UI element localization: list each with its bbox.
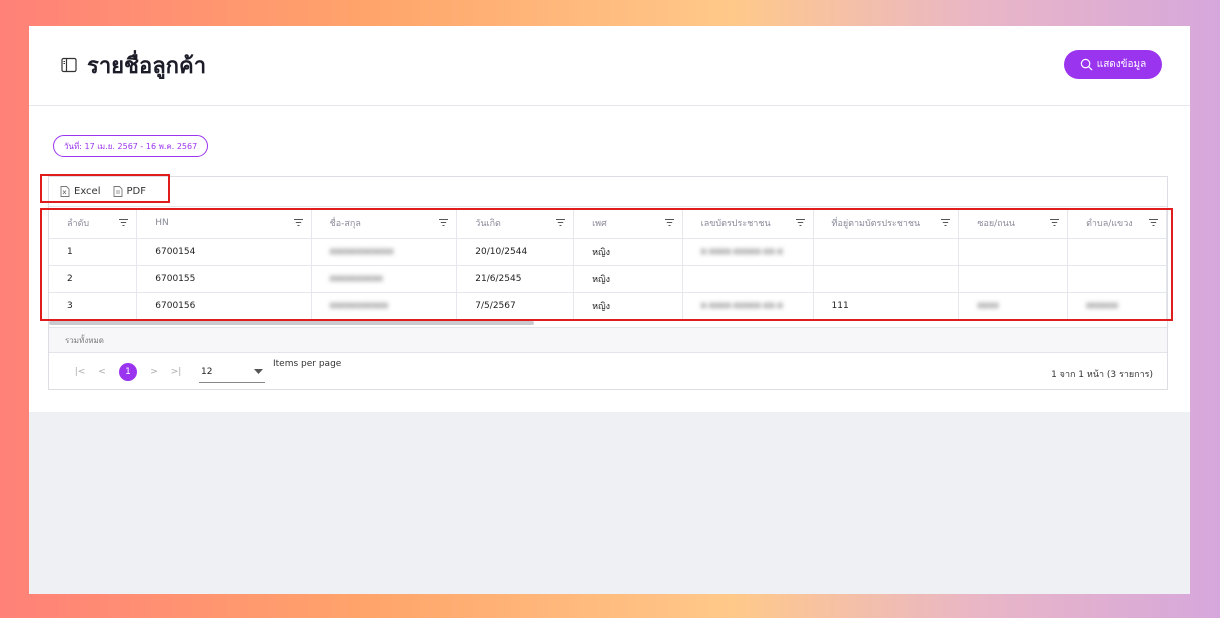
- page-header: รายชื่อลูกค้า แสดงข้อมูล: [29, 26, 1190, 106]
- highlight-box-table: [40, 208, 1173, 321]
- page-info: 1 จาก 1 หน้า (3 รายการ): [1051, 370, 1153, 380]
- page-title: รายชื่อลูกค้า: [87, 54, 207, 79]
- pagination: |< < 1 > >| 12 Items per page 1 จาก 1 หน…: [49, 355, 1167, 389]
- show-data-button[interactable]: แสดงข้อมูล: [1064, 50, 1162, 79]
- last-page-icon[interactable]: >|: [165, 367, 187, 377]
- total-row: รวมทั้งหมด: [49, 327, 1167, 353]
- first-page-icon[interactable]: |<: [69, 367, 91, 377]
- dropdown-arrow-icon: [254, 368, 263, 374]
- empty-area: [29, 412, 1190, 594]
- search-icon: [1080, 58, 1093, 71]
- show-data-label: แสดงข้อมูล: [1096, 59, 1147, 70]
- export-toolbar: Excel PDF: [49, 177, 1167, 207]
- page-number-current[interactable]: 1: [119, 363, 137, 381]
- next-page-icon[interactable]: >: [143, 367, 165, 377]
- panel-icon: [61, 57, 77, 73]
- page-size-select[interactable]: 12: [199, 361, 265, 383]
- date-range-chip[interactable]: วันที่: 17 เม.ย. 2567 - 16 พ.ค. 2567: [53, 135, 209, 157]
- page-size-value: 12: [201, 366, 213, 377]
- total-label: รวมทั้งหมด: [65, 335, 104, 345]
- prev-page-icon[interactable]: <: [91, 367, 113, 377]
- horizontal-scrollbar[interactable]: [49, 321, 534, 325]
- page-size-label: Items per page: [273, 359, 342, 369]
- highlight-box-toolbar: [40, 174, 170, 203]
